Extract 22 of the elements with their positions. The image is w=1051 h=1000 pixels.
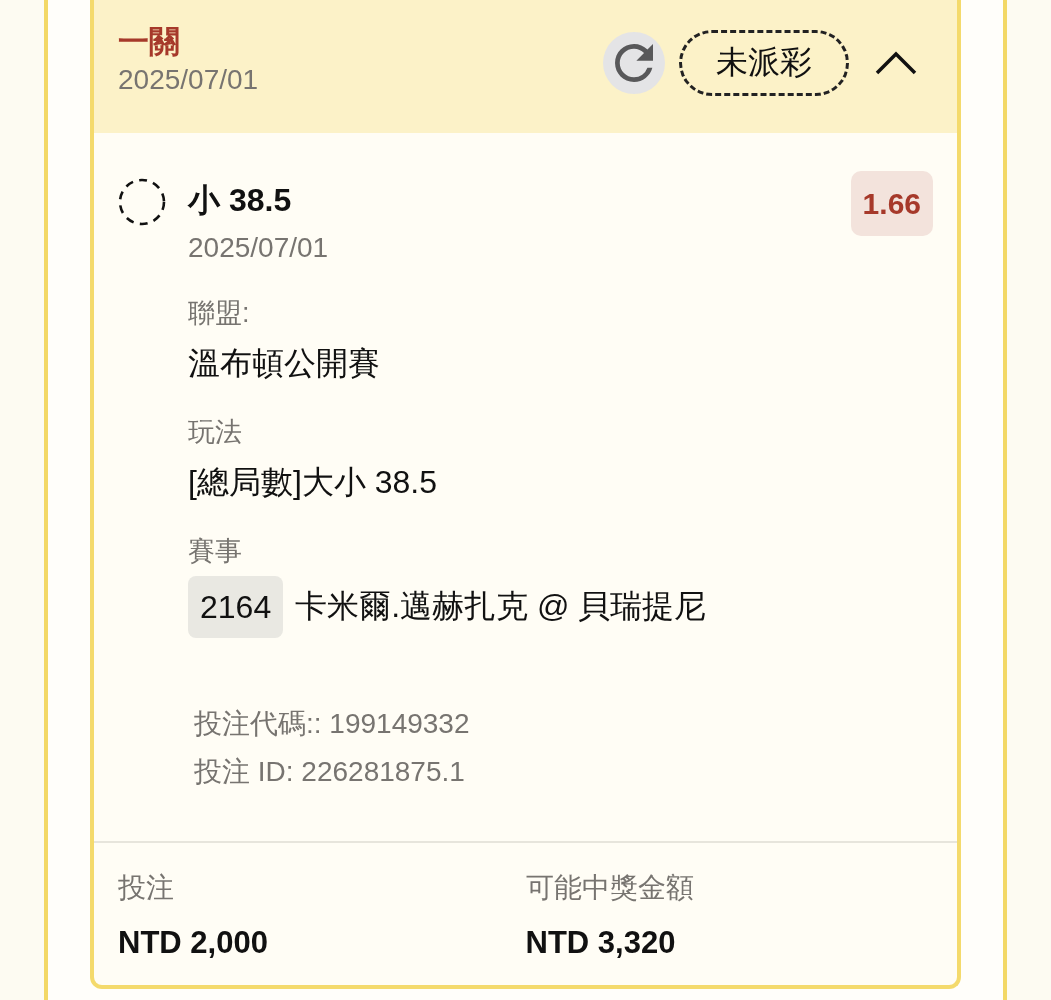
detail-label: 聯盟: [188, 297, 251, 330]
refresh-icon [615, 44, 653, 82]
odds-badge: 1.66 [850, 171, 933, 236]
dashed-circle-icon [118, 178, 166, 226]
status-badge: 未派彩 [679, 30, 849, 96]
bet-type-title: 一關 [118, 23, 181, 61]
bet-date: 2025/07/01 [118, 63, 259, 97]
bet-reference: 投注 ID: 226281875.1 [194, 755, 466, 789]
detail-label: 賽事 [188, 535, 243, 568]
summary-label: 可能中獎金額 [525, 871, 695, 905]
summary-amount: NTD 2,000 [118, 924, 269, 962]
bet-reference: 投注代碼:: 199149332 [194, 707, 471, 741]
detail-label: 玩法 [188, 416, 243, 449]
match-number-badge: 2164 [188, 576, 284, 638]
match-teams: 卡米爾.邁赫扎克 @ 貝瑞提尼 [295, 587, 707, 626]
detail-value: [總局數]大小 38.5 [188, 463, 438, 502]
selection-date: 2025/07/01 [188, 231, 330, 265]
selection-name: 小 38.5 [188, 181, 293, 220]
summary-amount: NTD 3,320 [525, 924, 677, 962]
summary-label: 投注 [118, 871, 175, 905]
chevron-up-icon [875, 51, 917, 75]
detail-value: 溫布頓公開賽 [188, 344, 381, 383]
